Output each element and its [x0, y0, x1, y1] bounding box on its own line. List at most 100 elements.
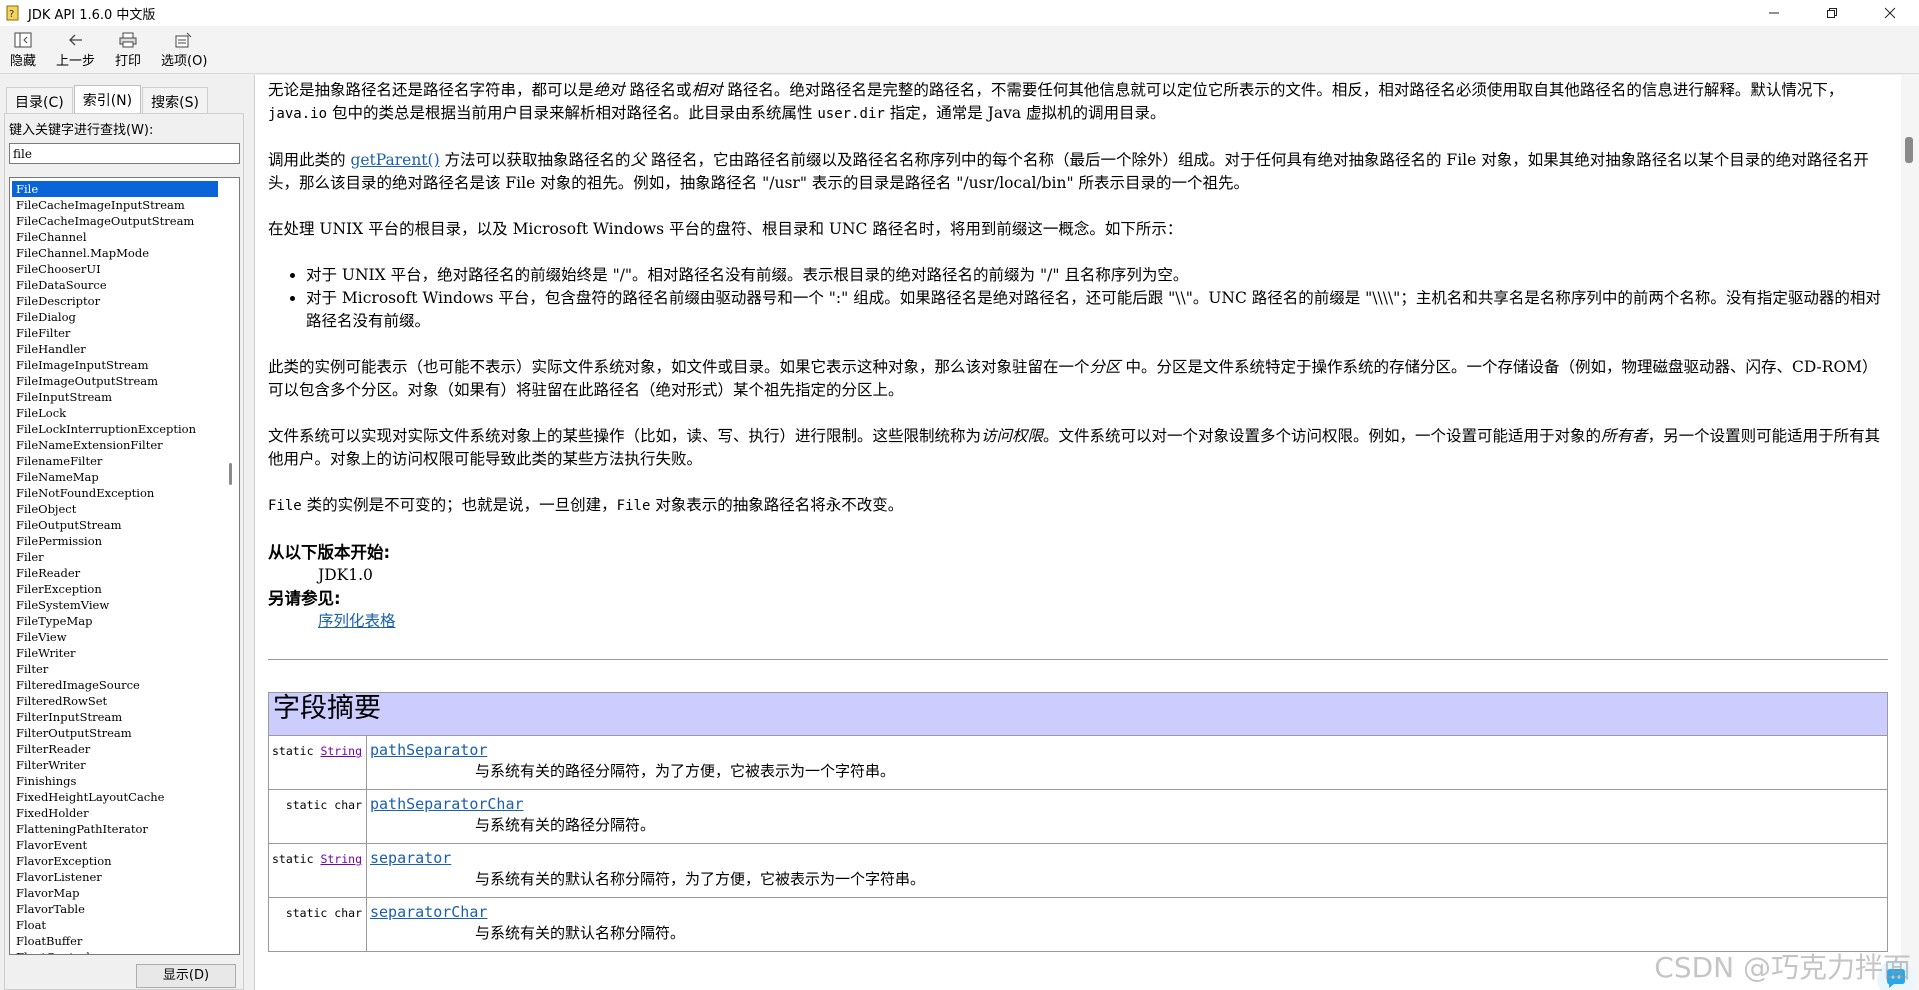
keyword-list-scroll-thumb[interactable]: [229, 463, 232, 485]
field-summary-row: static String separator 与系统有关的默认名称分隔符，为了方便…: [268, 843, 1888, 898]
printer-icon: [119, 30, 137, 50]
keyword-list-item[interactable]: Filer: [12, 549, 218, 565]
restore-icon[interactable]: [1803, 0, 1861, 26]
field-desc-cell: separator 与系统有关的默认名称分隔符，为了方便，它被表示为一个字符串。: [366, 843, 1888, 898]
keyword-list-item[interactable]: FileChannel: [12, 229, 218, 245]
field-modifier-cell: static String: [268, 735, 367, 790]
minimize-icon[interactable]: [1745, 0, 1803, 26]
keyword-list-item[interactable]: FlatteningPathIterator: [12, 821, 218, 837]
keyword-list-item[interactable]: FileLock: [12, 405, 218, 421]
code-file: File: [616, 498, 651, 514]
keyword-list-item[interactable]: FileChannel.MapMode: [12, 245, 218, 261]
paragraph-parent: 调用此类的 getParent() 方法可以获取抽象路径名的父 路径名，它由路径…: [268, 149, 1888, 195]
keyword-list[interactable]: File FileCacheImageInputStream FileCacheIm…: [9, 177, 240, 955]
keyword-list-item[interactable]: FlavorMap: [12, 885, 218, 901]
keyword-list-item[interactable]: FileCacheImageOutputStream: [12, 213, 218, 229]
keyword-list-item[interactable]: FlavorTable: [12, 901, 218, 917]
keyword-list-item[interactable]: FileTypeMap: [12, 613, 218, 629]
italic-relative: 相对: [691, 81, 723, 99]
field-name-link[interactable]: separatorChar: [370, 903, 487, 921]
keyword-list-item[interactable]: FileLockInterruptionException: [12, 421, 218, 437]
keyword-list-item[interactable]: Filter: [12, 661, 218, 677]
content-document: 无论是抽象路径名还是路径名字符串，都可以是绝对 路径名或相对 路径名。绝对路径名…: [268, 79, 1888, 952]
field-modifier: static: [271, 744, 314, 758]
watermark: CSDN @巧克力拌面: [1654, 951, 1911, 984]
keyword-list-item[interactable]: FilteredRowSet: [12, 693, 218, 709]
field-description: 与系统有关的路径分隔符，为了方便，它被表示为一个字符串。: [475, 762, 896, 780]
keyword-list-item[interactable]: Float: [12, 917, 218, 933]
paragraph-immutable: File 类的实例是不可变的；也就是说，一旦创建，File 对象表示的抽象路径名…: [268, 494, 1888, 518]
keyword-list-item[interactable]: FlavorException: [12, 853, 218, 869]
content-scroll-thumb[interactable]: [1905, 137, 1913, 163]
text: 包中的类总是根据当前用户目录来解析相对路径名。此目录由系统属性: [327, 104, 818, 122]
back-arrow-icon: [68, 30, 84, 50]
close-icon[interactable]: [1861, 0, 1919, 26]
keyword-list-item[interactable]: FilterOutputStream: [12, 725, 218, 741]
keyword-list-item[interactable]: FloatControl: [12, 949, 218, 954]
keyword-list-item[interactable]: FileView: [12, 629, 218, 645]
keyword-list-item[interactable]: FileOutputStream: [12, 517, 218, 533]
keyword-list-item[interactable]: FileChooserUI: [12, 261, 218, 277]
keyword-list-item[interactable]: FileSystemView: [12, 597, 218, 613]
text: 无论是抽象路径名还是路径名字符串，都可以是: [268, 81, 594, 99]
keyword-list-item[interactable]: FilePermission: [12, 533, 218, 549]
keyword-list-item[interactable]: FileReader: [12, 565, 218, 581]
keyword-input[interactable]: [9, 143, 240, 164]
keyword-list-items: File FileCacheImageInputStream FileCacheIm…: [12, 181, 218, 954]
keyword-list-item[interactable]: FilterWriter: [12, 757, 218, 773]
keyword-list-item[interactable]: FilterInputStream: [12, 709, 218, 725]
keyword-list-item[interactable]: File: [12, 181, 218, 197]
text: 路径名。绝对路径名是完整的路径名，不需要任何其他信息就可以定位它所表示的文件。相…: [722, 81, 1844, 99]
options-button[interactable]: 选项(O): [161, 30, 207, 69]
field-name-link[interactable]: separator: [370, 849, 451, 867]
keyword-list-item[interactable]: Finishings: [12, 773, 218, 789]
options-label: 选项(O): [161, 54, 208, 69]
content-pane: 无论是抽象路径名还是路径名字符串，都可以是绝对 路径名或相对 路径名。绝对路径名…: [254, 75, 1919, 990]
getparent-link[interactable]: getParent(): [350, 151, 439, 169]
keyword-list-item[interactable]: FlavorListener: [12, 869, 218, 885]
keyword-list-item[interactable]: FileNameMap: [12, 469, 218, 485]
section-divider: [268, 659, 1888, 660]
keyword-list-item[interactable]: FileFilter: [12, 325, 218, 341]
keyword-list-item[interactable]: FileDescriptor: [12, 293, 218, 309]
paragraph-partition: 此类的实例可能表示（也可能不表示）实际文件系统对象，如文件或目录。如果它表示这种…: [268, 356, 1888, 402]
back-button[interactable]: 上一步: [56, 30, 95, 69]
keyword-list-scrollbar[interactable]: [225, 181, 237, 951]
keyword-list-item[interactable]: FixedHeightLayoutCache: [12, 789, 218, 805]
keyword-list-item[interactable]: FileInputStream: [12, 389, 218, 405]
keyword-list-item[interactable]: FilterReader: [12, 741, 218, 757]
keyword-list-item[interactable]: FloatBuffer: [12, 933, 218, 949]
field-name-link[interactable]: pathSeparatorChar: [370, 795, 524, 813]
keyword-list-item[interactable]: FilerException: [12, 581, 218, 597]
serialized-form-link[interactable]: 序列化表格: [318, 612, 396, 630]
field-desc-cell: pathSeparator 与系统有关的路径分隔符，为了方便，它被表示为一个字符串…: [366, 735, 1888, 790]
svg-text:?: ?: [9, 9, 14, 20]
keyword-list-item[interactable]: FileDialog: [12, 309, 218, 325]
print-button[interactable]: 打印: [115, 30, 141, 69]
keyword-list-item[interactable]: FlavorEvent: [12, 837, 218, 853]
keyword-list-item[interactable]: FileNotFoundException: [12, 485, 218, 501]
field-type[interactable]: String: [320, 744, 362, 758]
hide-button[interactable]: 隐藏: [10, 30, 36, 69]
field-name-link[interactable]: pathSeparator: [370, 741, 487, 759]
field-type[interactable]: String: [320, 852, 362, 866]
field-description: 与系统有关的默认名称分隔符，为了方便，它被表示为一个字符串。: [475, 870, 926, 888]
tab-contents[interactable]: 目录(C): [6, 87, 73, 113]
keyword-list-item[interactable]: FileImageInputStream: [12, 357, 218, 373]
tab-search[interactable]: 搜索(S): [142, 87, 208, 113]
display-button[interactable]: 显示(D): [136, 964, 236, 988]
keyword-list-item[interactable]: FileDataSource: [12, 277, 218, 293]
tab-index[interactable]: 索引(N): [73, 85, 142, 115]
keyword-list-item[interactable]: FileObject: [12, 501, 218, 517]
keyword-list-item[interactable]: FileHandler: [12, 341, 218, 357]
content-scrollbar[interactable]: [1901, 75, 1919, 990]
keyword-list-item[interactable]: FileImageOutputStream: [12, 373, 218, 389]
keyword-list-item[interactable]: FilteredImageSource: [12, 677, 218, 693]
text: 。文件系统可以对一个对象设置多个访问权限。例如，一个设置可能适用于对象的: [1043, 427, 1602, 445]
keyword-list-item[interactable]: FilenameFilter: [12, 453, 218, 469]
nav-tabs: 目录(C) 索引(N) 搜索(S): [6, 85, 209, 115]
keyword-list-item[interactable]: FileNameExtensionFilter: [12, 437, 218, 453]
keyword-list-item[interactable]: FileWriter: [12, 645, 218, 661]
keyword-list-item[interactable]: FixedHolder: [12, 805, 218, 821]
keyword-list-item[interactable]: FileCacheImageInputStream: [12, 197, 218, 213]
